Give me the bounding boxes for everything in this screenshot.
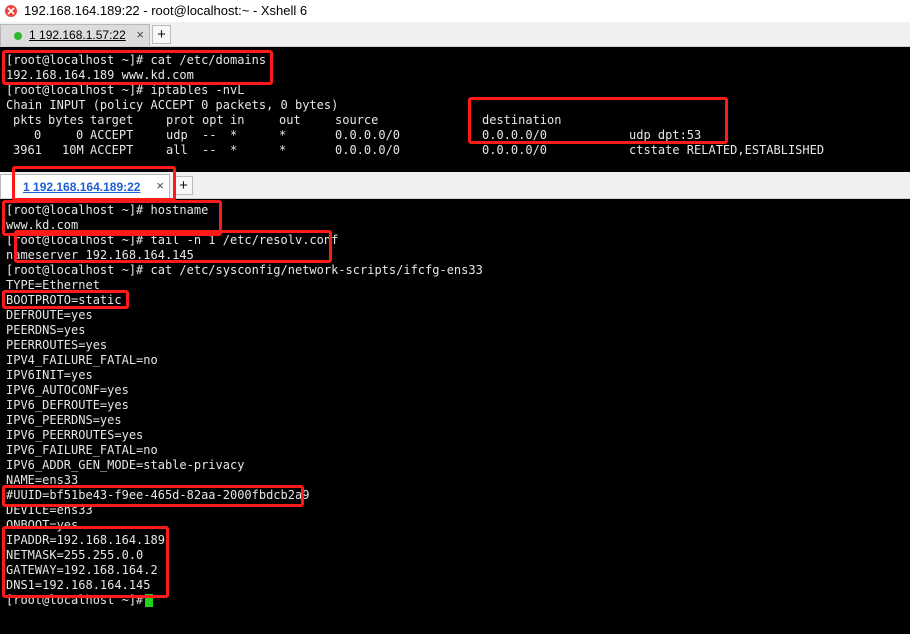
terminal-line: [root@localhost ~]# hostname: [6, 203, 209, 217]
bottom-terminal-pane[interactable]: [root@localhost ~]# hostname www.kd.com …: [0, 199, 910, 634]
terminal-line: [root@localhost ~]# iptables -nvL: [6, 83, 245, 97]
terminal-line: #UUID=bf51be43-f9ee-465d-82aa-2000fbdcb2…: [6, 488, 310, 502]
terminal-line: Chain INPUT (policy ACCEPT 0 packets, 0 …: [6, 98, 339, 112]
cell-in: *: [230, 143, 238, 157]
terminal-line: IPV6_FAILURE_FATAL=no: [6, 443, 158, 457]
tab-session-192-168-164-189[interactable]: 1 192.168.164.189:22 ×: [0, 174, 170, 198]
cell-in: *: [230, 128, 238, 142]
terminal-line: PEERDNS=yes: [6, 323, 86, 337]
tab-close-icon[interactable]: ×: [136, 27, 144, 42]
terminal-line: IPV6_AUTOCONF=yes: [6, 383, 129, 397]
top-terminal-pane[interactable]: [root@localhost ~]# cat /etc/domains 192…: [0, 47, 910, 170]
cell-bytes: 0: [76, 128, 84, 142]
cell-pkts: 3961: [13, 143, 42, 157]
cell-opt: --: [202, 128, 217, 142]
terminal-line: IPV4_FAILURE_FATAL=no: [6, 353, 158, 367]
cell-out: *: [279, 128, 287, 142]
tab-close-icon[interactable]: ×: [156, 178, 164, 193]
cell-prot: all: [166, 143, 188, 157]
col-header-opt: opt: [202, 113, 224, 127]
cell-target: ACCEPT: [90, 143, 134, 157]
xshell-logo-icon: [5, 5, 17, 17]
tab-session-192-168-1-57[interactable]: 1 192.168.1.57:22 ×: [0, 24, 150, 46]
col-header-bytes: bytes: [48, 113, 85, 127]
bottom-tab-bar: 1 192.168.164.189:22 × +: [0, 172, 910, 199]
terminal-line: [root@localhost ~]# tail -n 1 /etc/resol…: [6, 233, 339, 247]
terminal-line: www.kd.com: [6, 218, 79, 232]
terminal-line: IPV6_PEERDNS=yes: [6, 413, 122, 427]
tab-label: 1 192.168.164.189:22: [23, 180, 141, 194]
col-header-in: in: [230, 113, 245, 127]
new-tab-button[interactable]: +: [174, 176, 193, 195]
col-header-source: source: [335, 113, 379, 127]
cell-source: 0.0.0.0/0: [335, 143, 401, 157]
cell-out: *: [279, 143, 287, 157]
terminal-line: IPV6_PEERROUTES=yes: [6, 428, 144, 442]
terminal-line: GATEWAY=192.168.164.2: [6, 563, 158, 577]
col-header-target: target: [90, 113, 134, 127]
terminal-line: NETMASK=255.255.0.0: [6, 548, 144, 562]
connected-status-icon: [14, 32, 22, 40]
col-header-prot: prot: [166, 113, 195, 127]
terminal-line: DEVICE=ens33: [6, 503, 93, 517]
cell-opt: --: [202, 143, 217, 157]
cell-extra: ctstate RELATED,ESTABLISHED: [629, 143, 825, 157]
window-title: 192.168.164.189:22 - root@localhost:~ - …: [24, 3, 308, 18]
terminal-line: TYPE=Ethernet: [6, 278, 100, 292]
terminal-line: ONBOOT=yes: [6, 518, 79, 532]
col-header-pkts: pkts: [13, 113, 42, 127]
terminal-line: PEERROUTES=yes: [6, 338, 108, 352]
terminal-line: IPV6INIT=yes: [6, 368, 93, 382]
terminal-line: DEFROUTE=yes: [6, 308, 93, 322]
terminal-line: NAME=ens33: [6, 473, 79, 487]
terminal-line: IPV6_ADDR_GEN_MODE=stable-privacy: [6, 458, 245, 472]
col-header-destination: destination: [482, 113, 562, 127]
cell-extra: udp dpt:53: [629, 128, 702, 142]
terminal-line: nameserver 192.168.164.145: [6, 248, 194, 262]
cell-destination: 0.0.0.0/0: [482, 128, 548, 142]
tab-label: 1 192.168.1.57:22: [29, 28, 126, 42]
col-header-out: out: [279, 113, 301, 127]
new-tab-button[interactable]: +: [152, 25, 171, 44]
terminal-cursor: [145, 594, 153, 607]
cell-bytes: 10M: [62, 143, 84, 157]
terminal-line: DNS1=192.168.164.145: [6, 578, 151, 592]
terminal-prompt: [root@localhost ~]#: [6, 593, 151, 607]
terminal-line: 192.168.164.189 www.kd.com: [6, 68, 194, 82]
terminal-line: IPADDR=192.168.164.189: [6, 533, 165, 547]
top-tab-bar: 1 192.168.1.57:22 × +: [0, 22, 910, 47]
cell-prot: udp: [166, 128, 188, 142]
terminal-line: [root@localhost ~]# cat /etc/sysconfig/n…: [6, 263, 483, 277]
terminal-line: IPV6_DEFROUTE=yes: [6, 398, 129, 412]
cell-destination: 0.0.0.0/0: [482, 143, 548, 157]
window-titlebar: 192.168.164.189:22 - root@localhost:~ - …: [0, 0, 910, 22]
cell-target: ACCEPT: [90, 128, 134, 142]
terminal-line: [root@localhost ~]# cat /etc/domains: [6, 53, 267, 67]
cell-pkts: 0: [34, 128, 42, 142]
terminal-line: BOOTPROTO=static: [6, 293, 122, 307]
cell-source: 0.0.0.0/0: [335, 128, 401, 142]
